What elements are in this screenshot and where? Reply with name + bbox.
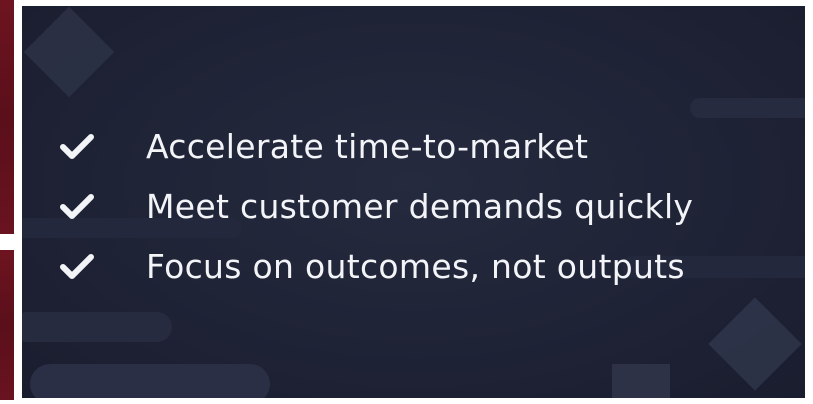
decorative-square (612, 364, 670, 398)
list-item: Accelerate time-to-market (60, 116, 693, 176)
bullet-text: Accelerate time-to-market (146, 126, 589, 166)
decorative-diamond (708, 297, 802, 391)
adjacent-thumbnail-bottom (0, 250, 14, 400)
bullet-text: Focus on outcomes, not outputs (146, 246, 685, 286)
check-icon (60, 254, 94, 279)
list-item: Meet customer demands quickly (60, 176, 693, 236)
check-icon (60, 134, 94, 159)
check-icon (60, 194, 94, 219)
presentation-slide: Accelerate time-to-market Meet customer … (22, 6, 805, 398)
bullet-text: Meet customer demands quickly (146, 186, 694, 226)
decorative-bar (30, 364, 270, 398)
video-frame: Accelerate time-to-market Meet customer … (0, 0, 813, 404)
adjacent-thumbnail-top (0, 0, 14, 234)
decorative-diamond (23, 6, 115, 98)
decorative-bar (690, 98, 805, 118)
decorative-bar (22, 312, 172, 342)
list-item: Focus on outcomes, not outputs (60, 236, 693, 296)
bullet-list: Accelerate time-to-market Meet customer … (60, 116, 693, 296)
